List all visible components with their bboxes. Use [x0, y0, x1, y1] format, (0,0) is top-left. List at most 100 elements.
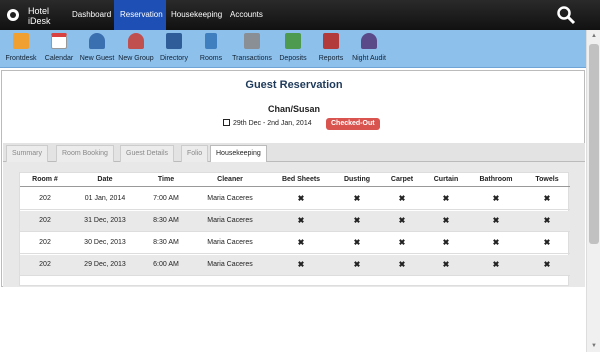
toolbar-calendar[interactable]: Calendar: [42, 33, 76, 62]
guest-name: Chan/Susan: [267, 104, 320, 114]
bed-sheets-not-done-icon: ✖: [297, 194, 305, 203]
bathroom-not-done-icon: ✖: [492, 238, 500, 247]
cell-date: 31 Dec, 2013: [84, 217, 126, 224]
new-group-icon: [128, 33, 144, 49]
quick-toolbar: Frontdesk Calendar New Guest New Group D…: [0, 30, 600, 68]
scrollbar-thumb[interactable]: [589, 44, 599, 244]
bathroom-not-done-icon: ✖: [492, 194, 500, 203]
night-audit-icon: [361, 33, 377, 49]
col-cleaner: Cleaner: [217, 176, 243, 183]
scroll-up-arrow-icon[interactable]: ▲: [587, 30, 600, 42]
col-time: Time: [157, 176, 175, 183]
toolbar-label: Deposits: [279, 55, 307, 62]
new-guest-icon: [89, 33, 105, 49]
tab-room-booking[interactable]: Room Booking: [56, 145, 114, 162]
dusting-not-done-icon: ✖: [353, 216, 361, 225]
col-carpet: Carpet: [390, 176, 414, 183]
col-bathroom: Bathroom: [479, 176, 513, 183]
bathroom-not-done-icon: ✖: [492, 216, 500, 225]
cell-cleaner: Maria Caceres: [207, 217, 253, 224]
nav-housekeeping[interactable]: Housekeeping: [165, 0, 228, 30]
toolbar-label: Directory: [159, 55, 188, 62]
cell-time: 8:30 AM: [153, 217, 179, 224]
stay-dates-text: 29th Dec - 2nd Jan, 2014: [233, 120, 312, 127]
toolbar-reports[interactable]: Reports: [316, 33, 346, 62]
tab-summary[interactable]: Summary: [6, 145, 48, 162]
toolbar-directory[interactable]: Directory: [158, 33, 190, 62]
cell-cleaner: Maria Caceres: [207, 261, 253, 268]
cell-cleaner: Maria Caceres: [207, 195, 253, 202]
cell-room: 202: [39, 195, 51, 202]
toolbar-label: Night Audit: [352, 55, 386, 62]
nav-reservation[interactable]: Reservation: [114, 0, 166, 30]
directory-icon: [166, 33, 182, 49]
tab-guest-details[interactable]: Guest Details: [120, 145, 175, 162]
col-bed-sheets: Bed Sheets: [281, 176, 321, 183]
reservation-panel: Guest Reservation Chan/Susan 29th Dec - …: [1, 70, 585, 287]
toolbar-label: New Group: [118, 55, 154, 62]
reports-icon: [323, 33, 339, 49]
table-row[interactable]: 202 01 Jan, 2014 7:00 AM Maria Caceres ✖…: [20, 189, 570, 210]
bed-sheets-not-done-icon: ✖: [297, 216, 305, 225]
logo-text-idesk: iDesk: [28, 16, 51, 26]
housekeeping-table: Room # Date Time Cleaner Bed Sheets Dust…: [19, 172, 570, 286]
frontdesk-icon: [13, 33, 29, 49]
toolbar-deposits[interactable]: Deposits: [277, 33, 309, 62]
rooms-icon: [205, 33, 217, 49]
curtain-not-done-icon: ✖: [442, 260, 450, 269]
cell-date: 01 Jan, 2014: [84, 195, 126, 202]
calendar-icon: [51, 33, 67, 49]
nav-accounts[interactable]: Accounts: [224, 0, 269, 30]
table-row[interactable]: 202 30 Dec, 2013 8:30 AM Maria Caceres ✖…: [20, 233, 570, 254]
reservation-tabs: Summary Room Booking Guest Details Folio…: [3, 143, 585, 163]
page-title: Guest Reservation: [245, 79, 343, 91]
towels-not-done-icon: ✖: [543, 194, 551, 203]
toolbar-label: New Guest: [79, 55, 115, 62]
cell-time: 8:30 AM: [153, 239, 179, 246]
dusting-not-done-icon: ✖: [353, 238, 361, 247]
bathroom-not-done-icon: ✖: [492, 260, 500, 269]
toolbar-new-group[interactable]: New Group: [117, 33, 155, 62]
toolbar-new-guest[interactable]: New Guest: [79, 33, 115, 62]
cell-room: 202: [39, 261, 51, 268]
col-room: Room #: [32, 176, 58, 183]
calendar-small-icon: [223, 119, 230, 126]
nav-dashboard[interactable]: Dashboard: [66, 0, 117, 30]
search-icon[interactable]: [556, 5, 576, 25]
carpet-not-done-icon: ✖: [398, 216, 406, 225]
toolbar-frontdesk[interactable]: Frontdesk: [3, 33, 39, 62]
logo-text-hotel: Hotel: [28, 6, 50, 16]
curtain-not-done-icon: ✖: [442, 216, 450, 225]
col-towels: Towels: [535, 176, 559, 183]
toolbar-night-audit[interactable]: Night Audit: [350, 33, 388, 62]
bed-sheets-not-done-icon: ✖: [297, 260, 305, 269]
toolbar-label: Transactions: [232, 55, 272, 62]
toolbar-label: Rooms: [199, 55, 223, 62]
housekeeping-content: Room # Date Time Cleaner Bed Sheets Dust…: [3, 162, 585, 287]
toolbar-label: Frontdesk: [5, 55, 37, 62]
page-scrollbar[interactable]: ▲ ▼: [586, 30, 600, 352]
curtain-not-done-icon: ✖: [442, 238, 450, 247]
deposits-icon: [285, 33, 301, 49]
table-row[interactable]: 202 31 Dec, 2013 8:30 AM Maria Caceres ✖…: [20, 211, 570, 232]
curtain-not-done-icon: ✖: [442, 194, 450, 203]
transactions-icon: [244, 33, 260, 49]
col-dusting: Dusting: [343, 176, 371, 183]
tab-housekeeping[interactable]: Housekeeping: [210, 145, 267, 163]
table-row[interactable]: 202 29 Dec, 2013 6:00 AM Maria Caceres ✖…: [20, 255, 570, 276]
toolbar-transactions[interactable]: Transactions: [230, 33, 274, 62]
app-logo[interactable]: Hotel iDesk: [6, 5, 62, 27]
towels-not-done-icon: ✖: [543, 238, 551, 247]
col-date: Date: [97, 176, 113, 183]
towels-not-done-icon: ✖: [543, 216, 551, 225]
towels-not-done-icon: ✖: [543, 260, 551, 269]
toolbar-rooms[interactable]: Rooms: [197, 33, 225, 62]
col-curtain: Curtain: [433, 176, 459, 183]
stay-dates: 29th Dec - 2nd Jan, 2014: [223, 119, 312, 127]
carpet-not-done-icon: ✖: [398, 260, 406, 269]
dusting-not-done-icon: ✖: [353, 260, 361, 269]
cell-date: 30 Dec, 2013: [84, 239, 126, 246]
tab-folio[interactable]: Folio: [181, 145, 209, 162]
table-header: Room # Date Time Cleaner Bed Sheets Dust…: [20, 173, 570, 187]
scroll-down-arrow-icon[interactable]: ▼: [587, 340, 600, 352]
